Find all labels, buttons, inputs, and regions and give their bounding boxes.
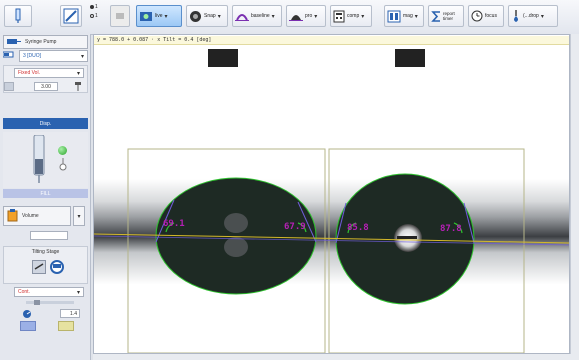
fill-button[interactable]: FILL: [3, 189, 88, 198]
chevron-down-icon: ▾: [76, 70, 80, 77]
cylinder-volume-icon: [7, 208, 19, 224]
focus-button[interactable]: focus: [468, 5, 504, 27]
calculator-icon: [333, 10, 345, 23]
drop-2-left-angle-label: 85.8: [347, 223, 369, 233]
tilt-stage-button[interactable]: [32, 260, 46, 274]
needle-tip-right: [395, 49, 425, 67]
drop-button[interactable]: (...drop ▾: [508, 5, 558, 27]
tilt-home-button[interactable]: [58, 321, 74, 331]
syringe-selector-row: 3 [DUO] ▾: [2, 50, 88, 62]
view-mode-radios: 1 1: [90, 4, 98, 30]
snap-button[interactable]: Snap ▾: [186, 5, 228, 27]
volume-dropdown-arrow[interactable]: ▾: [73, 206, 85, 226]
chevron-down-icon: ▾: [80, 53, 84, 60]
syringe-tool-button[interactable]: [4, 5, 32, 27]
comp-dropdown-arrow[interactable]: ▾: [361, 13, 364, 20]
syringe-pump-header: Syringe Pump: [3, 35, 88, 49]
dispense-needle-icon[interactable]: [73, 82, 83, 91]
tilt-stop-button[interactable]: [20, 321, 36, 331]
status-led-green: [58, 146, 67, 155]
drop-profile-icon: [289, 10, 303, 22]
drop-1-right-angle-label: 67.9: [284, 222, 306, 232]
baseline-icon: [235, 10, 249, 22]
stop-icon: [115, 12, 125, 20]
drop-1-highlight-upper: [224, 213, 248, 233]
tilt-angle-field[interactable]: 1.4: [60, 309, 80, 318]
left-control-panel: Syringe Pump 3 [DUO] ▾ Fixed Vol. ▾ 3.00 D…: [0, 34, 91, 360]
decrease-volume-button[interactable]: [4, 82, 14, 91]
angle-icon: [22, 309, 32, 319]
mag-button[interactable]: mag ▾: [384, 5, 424, 27]
syringe-icon: [11, 8, 25, 24]
pump-icon: [7, 37, 21, 48]
camera-snap-icon: [189, 10, 202, 23]
horizontal-scrollbar[interactable]: [93, 354, 579, 360]
live-dropdown-arrow[interactable]: ▾: [165, 13, 168, 20]
drop-1-left-angle-label: 69.1: [163, 219, 185, 229]
volume-control-row: Volume ▾: [3, 206, 88, 226]
drop-2-right-angle-label: 87.8: [440, 224, 462, 234]
pencil-icon: [63, 8, 79, 24]
drop-1-highlight-lower: [224, 237, 248, 257]
baseline-dropdown-arrow[interactable]: ▾: [272, 13, 275, 20]
dial-icon: [53, 263, 61, 271]
needle-drop-icon: [511, 9, 521, 23]
vertical-scrollbar[interactable]: [570, 34, 579, 354]
drop-dropdown-arrow[interactable]: ▾: [541, 13, 544, 20]
drop-2-reflection-band: [397, 236, 417, 239]
volume-field[interactable]: 3.00: [34, 82, 58, 91]
chevron-down-icon: ▾: [76, 289, 80, 296]
mag-dropdown-arrow[interactable]: ▾: [415, 13, 418, 20]
volume-dropdown[interactable]: Volume: [3, 206, 71, 226]
needle-tip-left: [208, 49, 238, 67]
report-timer-button[interactable]: report timer: [428, 5, 464, 27]
image-background: [94, 35, 569, 353]
syringe-small-icon: [2, 50, 17, 60]
tilt-icon: [34, 261, 44, 273]
snap-dropdown-arrow[interactable]: ▾: [218, 13, 221, 20]
dosing-mode-select[interactable]: Fixed Vol. ▾: [14, 68, 84, 78]
live-button[interactable]: live ▾: [136, 5, 182, 27]
stop-button[interactable]: [110, 5, 130, 27]
tilt-mode-select[interactable]: Cont. ▾: [14, 287, 84, 297]
pro-dropdown-arrow[interactable]: ▾: [314, 13, 317, 20]
volume-value-field[interactable]: [30, 231, 68, 240]
camera-live-icon: [139, 10, 153, 22]
sigma-icon: [431, 10, 441, 23]
radio-option-1[interactable]: 1: [90, 4, 98, 10]
tilt-run-button[interactable]: [50, 260, 64, 274]
tilt-speed-slider-handle[interactable]: [34, 300, 40, 305]
dispense-button[interactable]: Disp.: [3, 118, 88, 129]
toolbar: 1 1 live ▾ Snap ▾ baseline ▾ pro ▾ comp …: [0, 0, 579, 35]
comp-button[interactable]: comp ▾: [330, 5, 372, 27]
baseline-button[interactable]: baseline ▾: [232, 5, 282, 27]
radio-option-2[interactable]: 1: [90, 13, 98, 19]
syringe-select[interactable]: 3 [DUO] ▾: [19, 50, 88, 62]
camera-image-view[interactable]: 69.1 67.9 85.8 87.8 y = 788.0 + 0.087 · …: [93, 34, 570, 354]
clock-icon: [471, 10, 483, 22]
pro-button[interactable]: pro ▾: [286, 5, 326, 27]
drop-indicator-icon: [59, 158, 67, 172]
syringe-level-icon: [32, 134, 46, 183]
magnification-icon: [387, 10, 401, 23]
edit-tool-button[interactable]: [60, 5, 82, 27]
baseline-equation-bar: y = 788.0 + 0.087 · x Tilt = 0.4 [deg]: [94, 36, 569, 45]
drop-image-canvas: 69.1 67.9 85.8 87.8: [94, 35, 569, 353]
tilting-stage-title: Tilting Stage: [31, 249, 60, 255]
